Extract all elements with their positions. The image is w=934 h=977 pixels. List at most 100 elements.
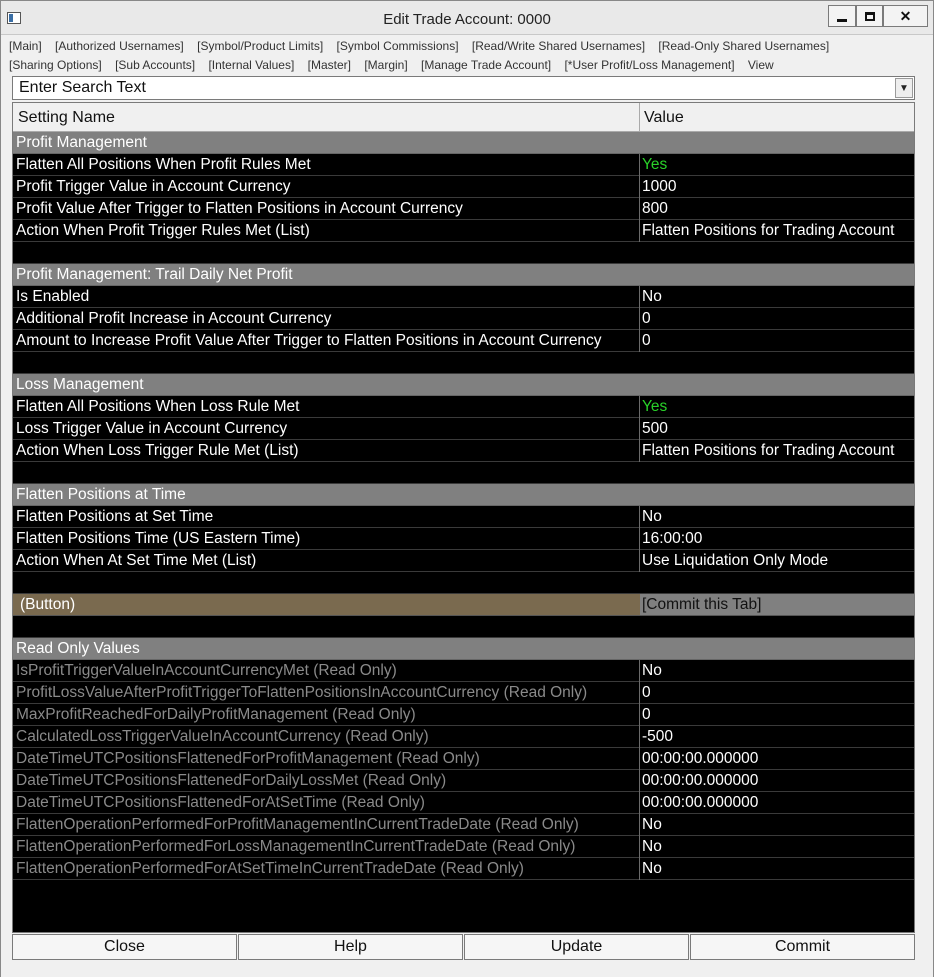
table-row[interactable]: MaxProfitReachedForDailyProfitManagement…	[13, 704, 914, 726]
setting-name: Is Enabled	[16, 288, 90, 305]
maximize-button[interactable]	[856, 5, 883, 27]
setting-value: 00:00:00.000000	[642, 750, 759, 767]
setting-value[interactable]: No	[642, 286, 662, 307]
table-row[interactable]: Amount to Increase Profit Value After Tr…	[13, 330, 914, 352]
table-row[interactable]: ProfitLossValueAfterProfitTriggerToFlatt…	[13, 682, 914, 704]
tab-9[interactable]: [Master]	[308, 58, 351, 72]
table-row[interactable]: Action When Profit Trigger Rules Met (Li…	[13, 220, 914, 242]
cell-divider	[639, 660, 640, 682]
setting-value[interactable]: Use Liquidation Only Mode	[642, 550, 828, 571]
cell-divider	[639, 858, 640, 880]
column-divider[interactable]	[639, 103, 640, 132]
table-row[interactable]: IsProfitTriggerValueInAccountCurrencyMet…	[13, 660, 914, 682]
tab-6[interactable]: [Sharing Options]	[9, 58, 102, 72]
cell-divider	[639, 308, 640, 330]
tab-8[interactable]: [Internal Values]	[208, 58, 294, 72]
section-header: Read Only Values	[13, 638, 914, 660]
setting-value[interactable]: 16:00:00	[642, 528, 702, 549]
tab-11[interactable]: [Manage Trade Account]	[421, 58, 551, 72]
table-row[interactable]: Flatten Positions Time (US Eastern Time)…	[13, 528, 914, 550]
tab-5[interactable]: [Read-Only Shared Usernames]	[658, 39, 829, 53]
tab-10[interactable]: [Margin]	[364, 58, 407, 72]
edit-trade-account-window: Edit Trade Account: 0000 ✕ [Main] [Autho…	[0, 0, 934, 977]
cell-divider	[639, 836, 640, 858]
setting-name: FlattenOperationPerformedForProfitManage…	[16, 816, 579, 833]
help-button[interactable]: Help	[238, 934, 463, 960]
setting-value[interactable]: No	[642, 506, 662, 527]
setting-value[interactable]: Flatten Positions for Trading Account	[642, 220, 894, 241]
header-setting-name[interactable]: Setting Name	[18, 109, 115, 127]
header-value[interactable]: Value	[644, 109, 684, 127]
table-row[interactable]: Profit Value After Trigger to Flatten Po…	[13, 198, 914, 220]
table-row[interactable]: DateTimeUTCPositionsFlattenedForProfitMa…	[13, 748, 914, 770]
setting-value: No	[642, 662, 662, 679]
maximize-icon	[864, 11, 875, 21]
search-combobox[interactable]: Enter Search Text ▼	[12, 76, 915, 100]
table-row[interactable]: Action When Loss Trigger Rule Met (List)…	[13, 440, 914, 462]
table-row[interactable]: Flatten Positions at Set Time No	[13, 506, 914, 528]
close-window-button[interactable]: ✕	[883, 5, 928, 27]
setting-value[interactable]: 0	[642, 330, 651, 351]
setting-name: DateTimeUTCPositionsFlattenedForProfitMa…	[16, 750, 480, 767]
spacer-row	[13, 242, 914, 264]
table-row[interactable]: Loss Trigger Value in Account Currency 50…	[13, 418, 914, 440]
cell-divider	[639, 682, 640, 704]
setting-value[interactable]: 0	[642, 308, 651, 329]
setting-name: (Button)	[20, 596, 76, 613]
setting-value[interactable]: 800	[642, 198, 668, 219]
section-header: Profit Management: Trail Daily Net Profi…	[13, 264, 914, 286]
table-row[interactable]: Flatten All Positions When Profit Rules …	[13, 154, 914, 176]
tab-1[interactable]: [Authorized Usernames]	[55, 39, 184, 53]
setting-name: DateTimeUTCPositionsFlattenedForDailyLos…	[16, 772, 447, 789]
cell-divider	[639, 396, 640, 418]
tab-0[interactable]: [Main]	[9, 39, 42, 53]
section-header: Profit Management	[13, 132, 914, 154]
search-input[interactable]: Enter Search Text	[19, 79, 146, 97]
minimize-icon	[837, 18, 847, 22]
chevron-down-icon[interactable]: ▼	[895, 78, 913, 98]
setting-value[interactable]: Flatten Positions for Trading Account	[642, 440, 894, 461]
commit-tab-button[interactable]: [Commit this Tab]	[642, 594, 761, 615]
table-row[interactable]: CalculatedLossTriggerValueInAccountCurre…	[13, 726, 914, 748]
setting-value[interactable]: Yes	[642, 396, 667, 417]
setting-name: Profit Value After Trigger to Flatten Po…	[16, 200, 463, 217]
table-row[interactable]: Flatten All Positions When Loss Rule Met…	[13, 396, 914, 418]
close-button[interactable]: Close	[12, 934, 237, 960]
table-row[interactable]: Profit Trigger Value in Account Currency…	[13, 176, 914, 198]
table-row[interactable]: Additional Profit Increase in Account Cu…	[13, 308, 914, 330]
tab-4[interactable]: [Read/Write Shared Usernames]	[472, 39, 645, 53]
tab-2[interactable]: [Symbol/Product Limits]	[197, 39, 323, 53]
setting-name: Read Only Values	[16, 640, 140, 657]
tab-12[interactable]: [*User Profit/Loss Management]	[564, 58, 734, 72]
table-row[interactable]: Is Enabled No	[13, 286, 914, 308]
table-row[interactable]: FlattenOperationPerformedForProfitManage…	[13, 814, 914, 836]
title-bar[interactable]: Edit Trade Account: 0000 ✕	[1, 1, 933, 35]
cell-divider	[639, 704, 640, 726]
setting-name: Additional Profit Increase in Account Cu…	[16, 310, 332, 327]
cell-divider	[639, 528, 640, 550]
commit-tab-row[interactable]: (Button) [Commit this Tab]	[13, 594, 914, 616]
setting-value[interactable]: 1000	[642, 176, 676, 197]
cell-divider	[639, 418, 640, 440]
table-row[interactable]: FlattenOperationPerformedForLossManageme…	[13, 836, 914, 858]
table-row[interactable]: FlattenOperationPerformedForAtSetTimeInC…	[13, 858, 914, 880]
cell-divider	[639, 792, 640, 814]
setting-value: No	[642, 816, 662, 833]
cell-divider	[639, 440, 640, 462]
setting-name: Amount to Increase Profit Value After Tr…	[16, 332, 602, 349]
setting-name: MaxProfitReachedForDailyProfitManagement…	[16, 706, 416, 723]
cell-divider	[639, 726, 640, 748]
spacer-row	[13, 616, 914, 638]
tab-3[interactable]: [Symbol Commissions]	[337, 39, 459, 53]
minimize-button[interactable]	[828, 5, 856, 27]
update-button[interactable]: Update	[464, 934, 689, 960]
setting-value[interactable]: 500	[642, 418, 668, 439]
commit-button[interactable]: Commit	[690, 934, 915, 960]
tab-13[interactable]: View	[748, 58, 774, 72]
table-row[interactable]: Action When At Set Time Met (List) Use Li…	[13, 550, 914, 572]
table-row[interactable]: DateTimeUTCPositionsFlattenedForAtSetTim…	[13, 792, 914, 814]
setting-value[interactable]: Yes	[642, 154, 667, 175]
tab-7[interactable]: [Sub Accounts]	[115, 58, 195, 72]
setting-name: Flatten All Positions When Profit Rules …	[16, 156, 311, 173]
table-row[interactable]: DateTimeUTCPositionsFlattenedForDailyLos…	[13, 770, 914, 792]
